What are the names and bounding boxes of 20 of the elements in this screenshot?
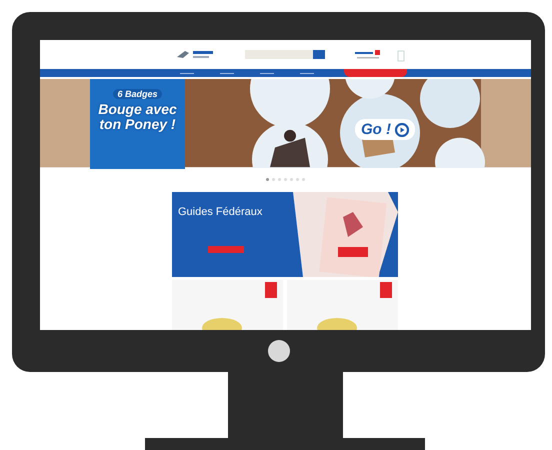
play-icon [395, 122, 409, 137]
highlight-nav-tab[interactable] [344, 69, 407, 78]
ribbon-icon [265, 282, 277, 298]
feature-title: Guides Fédéraux [178, 206, 264, 218]
nav-link-line[interactable] [220, 72, 234, 74]
ribbon-icon [380, 282, 392, 298]
banner-kicker: 6 Badges [113, 89, 162, 100]
slide-dot[interactable] [272, 178, 275, 182]
slide-dot[interactable] [266, 178, 269, 182]
search-field[interactable] [245, 50, 325, 60]
slide-dot[interactable] [302, 178, 305, 182]
banner-headline: Bouge avec ton Poney ! [97, 102, 178, 132]
nav-link-line[interactable] [180, 72, 194, 74]
nav-link-line[interactable] [300, 72, 314, 74]
nav-link-line[interactable] [260, 72, 274, 74]
go-button[interactable]: Go ! [355, 119, 415, 140]
slide-dot[interactable] [290, 178, 293, 182]
slide-dot[interactable] [296, 178, 299, 182]
slide-dot[interactable] [284, 178, 287, 182]
slide-dot[interactable] [278, 178, 281, 182]
